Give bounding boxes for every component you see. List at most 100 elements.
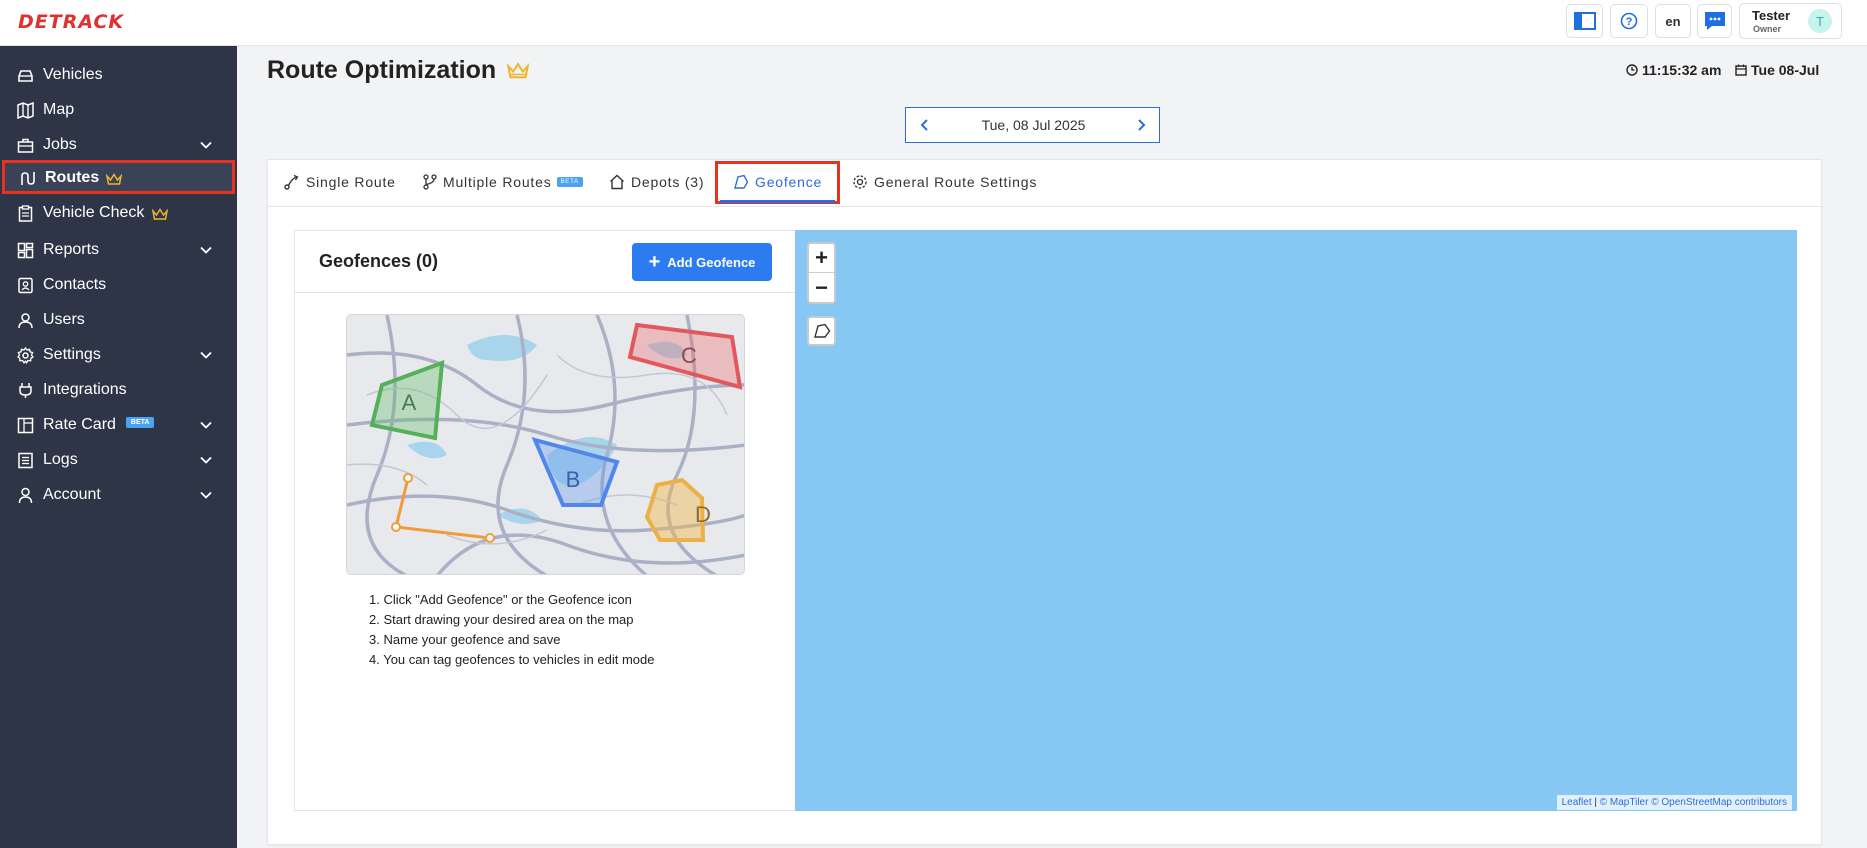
current-time: 11:15:32 am (1626, 62, 1721, 78)
active-tab-underline (720, 200, 835, 203)
sidebar-item-integrations[interactable]: Integrations (0, 373, 237, 407)
crown-icon (106, 173, 122, 185)
chat-button[interactable] (1697, 4, 1732, 38)
polygon-icon (813, 323, 830, 338)
tab-label: Multiple Routes (443, 174, 552, 190)
tab-general-route-settings[interactable]: General Route Settings (852, 174, 1037, 190)
avatar: T (1808, 9, 1832, 33)
maptiler-link[interactable]: © MapTiler (1600, 797, 1649, 808)
crown-icon (506, 61, 530, 78)
sidebar-item-vehicle-check[interactable]: Vehicle Check (0, 196, 237, 230)
tab-depots[interactable]: Depots (3) (609, 174, 704, 190)
geofence-illustration-map: A B C D (347, 315, 744, 574)
route-optimization-panel: Single Route Multiple Routes BETA Depots… (267, 159, 1823, 845)
sidebar-item-label: Vehicle Check (43, 204, 145, 221)
sidebar-item-label: Rate Card BETA (43, 416, 155, 434)
page-title-text: Route Optimization (267, 56, 497, 84)
sidebar-item-map[interactable]: Map (0, 93, 237, 127)
sidebar-item-label: Integrations (43, 381, 127, 398)
route-icon (284, 174, 299, 190)
sidebar-item-label: Users (43, 311, 85, 328)
map-icon (17, 102, 34, 119)
date-navigator: Tue, 08 Jul 2025 (905, 107, 1160, 143)
sidebar-item-jobs[interactable]: Jobs (0, 128, 237, 162)
sidebar-item-reports[interactable]: Reports (0, 233, 237, 267)
map-attribution: Leaflet | © MapTiler © OpenStreetMap con… (1556, 795, 1792, 810)
chevron-down-icon (200, 351, 212, 359)
zoom-in-button[interactable]: + (809, 244, 834, 273)
help-icon: ? (1620, 12, 1638, 30)
user-name: Tester (1752, 8, 1791, 23)
chevron-down-icon (200, 246, 212, 254)
rate-card-icon (17, 417, 34, 434)
chat-icon (1704, 12, 1725, 30)
gear-icon (17, 347, 34, 364)
sidebar-item-settings[interactable]: Settings (0, 338, 237, 372)
time-text: 11:15:32 am (1642, 62, 1722, 78)
attribution-separator: | (1591, 797, 1600, 808)
geofence-list-panel: Geofences (0) + Add Geofence A B C D 1. … (294, 230, 796, 811)
tab-label: General Route Settings (874, 174, 1038, 190)
sidebar-item-label: Vehicles (43, 66, 103, 83)
zoom-out-button[interactable]: − (809, 273, 834, 302)
sidebar-item-rate-card[interactable]: Rate Card BETA (0, 408, 237, 442)
add-geofence-button[interactable]: + Add Geofence (632, 243, 772, 281)
tab-label: Depots (3) (631, 174, 705, 190)
leaflet-link[interactable]: Leaflet (1562, 797, 1592, 808)
user-role: Owner (1753, 24, 1782, 34)
add-geofence-label: Add Geofence (667, 254, 756, 270)
current-date: Tue 08-Jul (1735, 62, 1819, 78)
sidebar-item-label: Routes (45, 169, 100, 186)
sidebar-item-label: Reports (43, 241, 100, 258)
chevron-down-icon (200, 141, 212, 149)
sidebar-item-account[interactable]: Account (0, 478, 237, 512)
language-label: en (1665, 13, 1681, 29)
clipboard-icon (18, 205, 33, 222)
sidebar-item-label: Map (43, 101, 75, 118)
sidebar-item-routes[interactable]: Routes (2, 160, 235, 194)
gear-icon (853, 175, 867, 189)
tab-bar: Single Route Multiple Routes BETA Depots… (268, 160, 1823, 207)
osm-link[interactable]: © OpenStreetMap contributors (1651, 797, 1787, 808)
date-label[interactable]: Tue, 08 Jul 2025 (906, 117, 1161, 133)
geofence-label-a: A (402, 390, 417, 415)
sidebar-item-users[interactable]: Users (0, 303, 237, 337)
tab-geofence[interactable]: Geofence (733, 174, 822, 190)
user-icon (18, 313, 33, 329)
tab-label: Geofence (755, 174, 823, 190)
geofence-illustration: A B C D (346, 314, 745, 575)
briefcase-icon (17, 138, 34, 153)
sidebar-item-label: Settings (43, 346, 101, 363)
geofence-icon (734, 174, 749, 189)
list-icon (18, 452, 33, 469)
panel-layout-icon (1573, 12, 1596, 30)
dashboard-icon (17, 242, 34, 259)
date-text: Tue 08-Jul (1751, 62, 1820, 78)
language-button[interactable]: en (1655, 4, 1691, 38)
detrack-logo[interactable]: DETRACK (18, 11, 124, 33)
chevron-right-icon[interactable] (1134, 118, 1148, 132)
instruction-step: 3. Name your geofence and save (369, 632, 561, 647)
user-menu[interactable]: Tester Owner T (1739, 3, 1842, 39)
sidebar-item-contacts[interactable]: Contacts (0, 268, 237, 302)
tab-single-route[interactable]: Single Route (284, 174, 396, 190)
crown-icon (152, 208, 168, 220)
geofence-label-b: B (566, 467, 581, 492)
geofence-label-d: D (695, 502, 711, 527)
chevron-down-icon (200, 491, 212, 499)
instruction-step: 1. Click "Add Geofence" or the Geofence … (369, 592, 632, 607)
sidebar-toggle-button[interactable] (1566, 4, 1603, 38)
instruction-step: 4. You can tag geofences to vehicles in … (369, 652, 655, 667)
plus-icon: + (648, 251, 661, 273)
tab-multiple-routes[interactable]: Multiple Routes BETA (423, 174, 583, 190)
home-icon (610, 174, 624, 190)
sidebar-item-vehicles[interactable]: Vehicles (0, 58, 237, 92)
geofence-map[interactable]: + − Leaflet | © MapTiler © OpenStreetMap… (795, 230, 1797, 811)
draw-polygon-button[interactable] (807, 316, 836, 346)
top-bar: DETRACK ? en Tester Owner T (0, 0, 1867, 46)
sidebar-item-logs[interactable]: Logs (0, 443, 237, 477)
help-button[interactable]: ? (1610, 4, 1648, 38)
page-title: Route Optimization (267, 56, 530, 85)
sidebar-item-label: Contacts (43, 276, 107, 293)
svg-text:?: ? (1626, 16, 1633, 28)
